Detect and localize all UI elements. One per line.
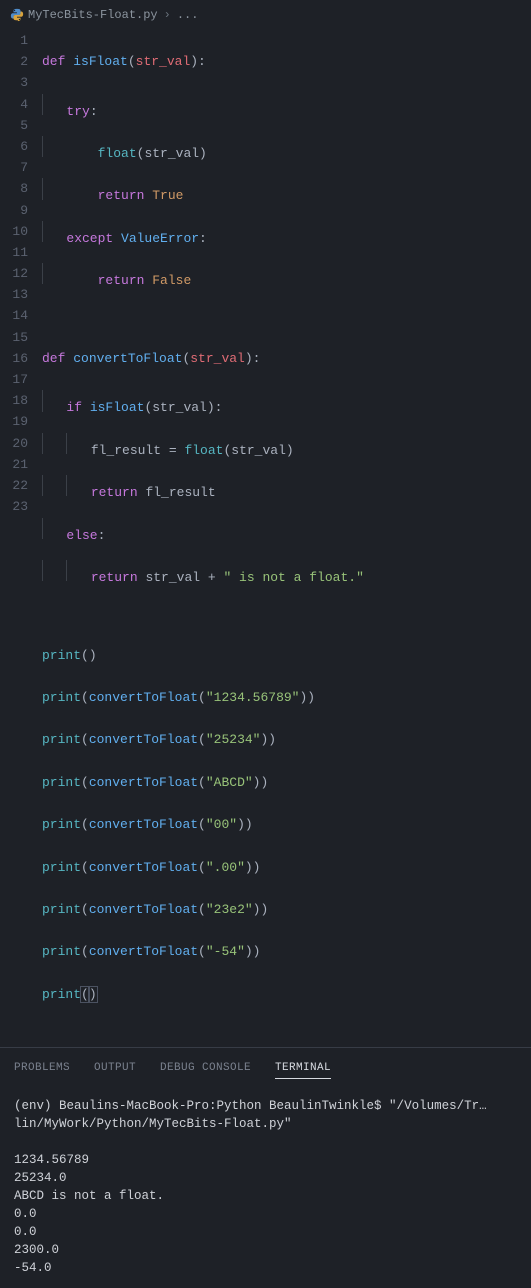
code-line[interactable]: try: <box>42 94 531 115</box>
chevron-right-icon: › <box>164 8 171 22</box>
breadcrumb-filename[interactable]: MyTecBits-Float.py <box>28 8 158 22</box>
line-number: 13 <box>0 284 28 305</box>
code-line[interactable]: print(convertToFloat("1234.56789")) <box>42 687 531 708</box>
line-number: 23 <box>0 496 28 517</box>
code-line[interactable]: except ValueError: <box>42 221 531 242</box>
code-editor[interactable]: 1 2 3 4 5 6 7 8 9 10 11 12 13 14 15 16 1… <box>0 28 531 1047</box>
line-number: 8 <box>0 178 28 199</box>
terminal-line: 0.0 <box>14 1207 37 1221</box>
bottom-panel: PROBLEMS OUTPUT DEBUG CONSOLE TERMINAL (… <box>0 1047 531 1285</box>
line-number: 22 <box>0 475 28 496</box>
code-line[interactable]: return True <box>42 178 531 199</box>
breadcrumb[interactable]: MyTecBits-Float.py › ... <box>0 0 531 28</box>
line-number: 17 <box>0 369 28 390</box>
terminal-line: (env) Beaulins-MacBook-Pro:Python Beauli… <box>14 1099 487 1113</box>
code-line[interactable]: print(convertToFloat("ABCD")) <box>42 772 531 793</box>
line-number: 11 <box>0 242 28 263</box>
code-line[interactable]: def convertToFloat(str_val): <box>42 348 531 369</box>
code-content[interactable]: def isFloat(str_val): try: float(str_val… <box>42 30 531 1047</box>
code-line[interactable]: fl_result = float(str_val) <box>42 433 531 454</box>
line-number: 21 <box>0 454 28 475</box>
line-number: 2 <box>0 51 28 72</box>
code-line[interactable]: print(convertToFloat("-54")) <box>42 941 531 962</box>
code-line[interactable]: def isFloat(str_val): <box>42 51 531 72</box>
line-number: 9 <box>0 200 28 221</box>
python-file-icon <box>10 8 24 22</box>
code-line[interactable]: else: <box>42 518 531 539</box>
code-line[interactable]: if isFloat(str_val): <box>42 390 531 411</box>
line-number: 15 <box>0 327 28 348</box>
line-number: 10 <box>0 221 28 242</box>
line-number: 14 <box>0 305 28 326</box>
terminal-output[interactable]: (env) Beaulins-MacBook-Pro:Python Beauli… <box>0 1087 531 1287</box>
line-number: 12 <box>0 263 28 284</box>
terminal-line: 1234.56789 <box>14 1153 89 1167</box>
line-number: 19 <box>0 411 28 432</box>
tab-terminal[interactable]: TERMINAL <box>275 1062 331 1079</box>
terminal-line: lin/MyWork/Python/MyTecBits-Float.py" <box>14 1117 292 1131</box>
text-cursor <box>97 987 98 1002</box>
code-line[interactable]: print(convertToFloat("00")) <box>42 814 531 835</box>
code-line[interactable]: return str_val + " is not a float." <box>42 560 531 581</box>
line-number: 4 <box>0 94 28 115</box>
code-line[interactable]: print() <box>42 645 531 666</box>
code-line[interactable] <box>42 306 531 327</box>
terminal-line: ABCD is not a float. <box>14 1189 164 1203</box>
panel-tabs: PROBLEMS OUTPUT DEBUG CONSOLE TERMINAL <box>0 1052 531 1087</box>
code-line[interactable]: return False <box>42 263 531 284</box>
code-line[interactable]: print(convertToFloat("23e2")) <box>42 899 531 920</box>
tab-output[interactable]: OUTPUT <box>94 1062 136 1079</box>
line-number: 20 <box>0 433 28 454</box>
line-number: 6 <box>0 136 28 157</box>
tab-debug-console[interactable]: DEBUG CONSOLE <box>160 1062 251 1079</box>
code-line[interactable]: return fl_result <box>42 475 531 496</box>
line-number: 7 <box>0 157 28 178</box>
tab-problems[interactable]: PROBLEMS <box>14 1062 70 1079</box>
line-number-gutter: 1 2 3 4 5 6 7 8 9 10 11 12 13 14 15 16 1… <box>0 30 42 1047</box>
code-line[interactable] <box>42 602 531 623</box>
terminal-line: -54.0 <box>14 1261 52 1275</box>
breadcrumb-trail[interactable]: ... <box>177 8 199 22</box>
terminal-line: 25234.0 <box>14 1171 67 1185</box>
line-number: 1 <box>0 30 28 51</box>
code-line[interactable]: float(str_val) <box>42 136 531 157</box>
terminal-line: 2300.0 <box>14 1243 59 1257</box>
terminal-line: 0.0 <box>14 1225 37 1239</box>
line-number: 18 <box>0 390 28 411</box>
line-number: 5 <box>0 115 28 136</box>
code-line[interactable]: print(convertToFloat(".00")) <box>42 857 531 878</box>
line-number: 3 <box>0 72 28 93</box>
line-number: 16 <box>0 348 28 369</box>
code-line[interactable]: print(convertToFloat("25234")) <box>42 729 531 750</box>
code-line[interactable]: print() <box>42 984 531 1005</box>
